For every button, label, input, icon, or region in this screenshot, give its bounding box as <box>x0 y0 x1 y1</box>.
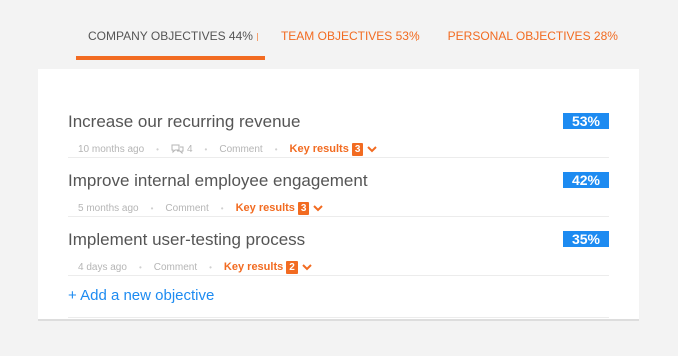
comment-count-value: 4 <box>186 143 193 155</box>
key-results-label: Key results <box>235 202 295 214</box>
objective-age: 4 days ago <box>78 261 127 273</box>
separator-dot: • <box>138 262 142 272</box>
key-results-count-badge: 3 <box>351 142 364 156</box>
objective-age: 10 months ago <box>78 143 145 155</box>
separator-dot: • <box>156 144 159 154</box>
chevron-down-icon <box>302 263 312 271</box>
separator-dot: • <box>274 144 278 154</box>
objective-meta: 10 months ago • 4 • Comment • Key result… <box>78 142 378 156</box>
divider <box>68 317 609 318</box>
objective-title[interactable]: Increase our recurring revenue <box>68 112 300 132</box>
objective-progress-badge: 35% <box>563 231 609 247</box>
chevron-down-icon <box>367 145 378 153</box>
objective-title[interactable]: Implement user-testing process <box>68 230 305 250</box>
objective-title[interactable]: Improve internal employee engagement <box>68 171 368 191</box>
separator-dot: • <box>204 144 208 154</box>
objective-age: 5 months ago <box>78 202 139 214</box>
comment-bubbles-icon <box>171 144 184 154</box>
separator-dot: • <box>150 203 154 213</box>
objective-row: Increase our recurring revenue 53% 10 mo… <box>68 69 609 158</box>
tab-team-objectives[interactable]: TEAM OBJECTIVES 53% <box>265 22 434 60</box>
objective-row: Implement user-testing process 35% 4 day… <box>68 217 609 276</box>
tab-separator <box>257 33 258 41</box>
key-results-toggle[interactable]: Key results 2 <box>223 260 312 274</box>
tab-personal-objectives[interactable]: PERSONAL OBJECTIVES 28% <box>434 22 632 60</box>
key-results-label: Key results <box>289 143 349 155</box>
objective-row: Improve internal employee engagement 42%… <box>68 158 609 217</box>
comment-link[interactable]: Comment <box>165 203 208 214</box>
comment-link[interactable]: Comment <box>219 144 262 155</box>
key-results-count-badge: 3 <box>297 201 310 215</box>
objective-progress-badge: 53% <box>563 113 609 129</box>
tab-separator <box>416 33 417 41</box>
chevron-down-icon <box>313 204 324 212</box>
objective-meta: 4 days ago • Comment • Key results 2 <box>78 260 312 274</box>
objective-tabs: COMPANY OBJECTIVES 44% TEAM OBJECTIVES 5… <box>76 22 632 60</box>
comment-link[interactable]: Comment <box>154 262 197 273</box>
objective-meta: 5 months ago • Comment • Key results 3 <box>78 201 324 215</box>
key-results-toggle[interactable]: Key results 3 <box>289 142 378 156</box>
key-results-label: Key results <box>223 261 284 273</box>
objective-progress-badge: 42% <box>563 172 609 188</box>
comment-count[interactable]: 4 <box>171 144 193 155</box>
add-objective-link[interactable]: + Add a new objective <box>68 287 214 304</box>
separator-dot: • <box>209 262 212 272</box>
tab-company-objectives[interactable]: COMPANY OBJECTIVES 44% <box>76 22 265 60</box>
key-results-toggle[interactable]: Key results 3 <box>235 201 324 215</box>
key-results-count-badge: 2 <box>286 260 298 274</box>
objectives-card: Increase our recurring revenue 53% 10 mo… <box>38 69 639 321</box>
separator-dot: • <box>220 203 224 213</box>
